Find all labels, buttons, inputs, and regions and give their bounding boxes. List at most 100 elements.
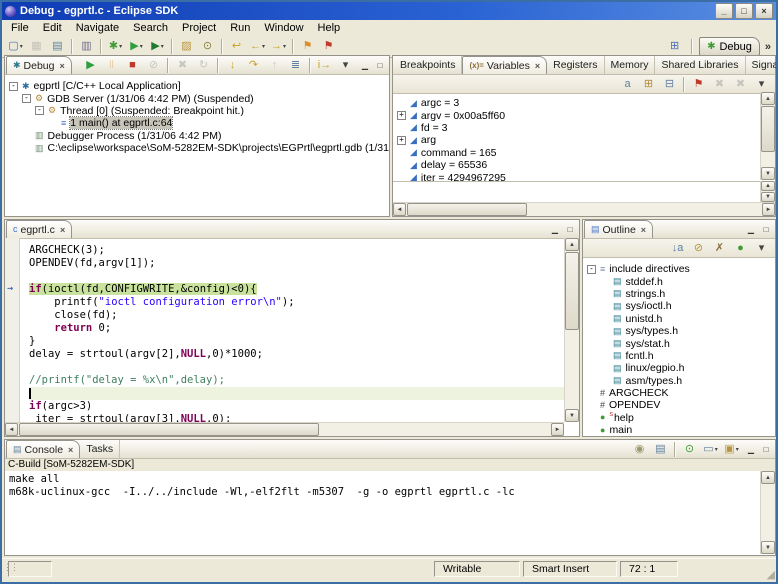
tab-egprtl-c[interactable]: cegprtl.c× bbox=[6, 220, 72, 238]
maximize-view-icon[interactable]: □ bbox=[760, 224, 772, 235]
tab-signals[interactable]: Signals bbox=[746, 56, 778, 74]
run-icon[interactable]: ▶▾ bbox=[126, 37, 147, 56]
menu-run[interactable]: Run bbox=[223, 21, 257, 35]
dropdown-caret-icon[interactable]: ▾ bbox=[140, 43, 143, 50]
open-console-icon[interactable]: ▣▾ bbox=[721, 440, 742, 459]
collapse-all-icon[interactable]: ⊟ bbox=[659, 75, 680, 94]
view-menu-icon[interactable]: ▾ bbox=[751, 239, 772, 258]
tab-outline[interactable]: ▤Outline× bbox=[584, 220, 653, 238]
menu-project[interactable]: Project bbox=[175, 21, 223, 35]
minimize-view-icon[interactable]: ▁ bbox=[745, 444, 757, 455]
outline-tree[interactable]: -≡include directives▤stddef.h▤strings.h▤… bbox=[583, 258, 775, 443]
menu-window[interactable]: Window bbox=[257, 21, 310, 35]
open-perspective-icon[interactable]: ⊞ bbox=[664, 37, 685, 56]
dropdown-caret-icon[interactable]: ▾ bbox=[736, 446, 739, 453]
tree-item[interactable]: -✱egprtl [C/C++ Local Application] bbox=[5, 80, 389, 92]
scroll-right-icon[interactable]: ► bbox=[551, 423, 564, 436]
tree-item[interactable]: ▥C:\eclipse\workspace\SoM-5282EM-SDK\pro… bbox=[5, 142, 389, 154]
minimize-button[interactable]: _ bbox=[715, 3, 733, 19]
minimize-view-icon[interactable]: ▁ bbox=[359, 60, 371, 71]
tab-memory[interactable]: Memory bbox=[605, 56, 656, 74]
instruction-stepping-icon[interactable]: ≣ bbox=[285, 56, 306, 75]
minimize-view-icon[interactable]: ▁ bbox=[745, 224, 757, 235]
binary-file-icon[interactable]: ▥ bbox=[76, 37, 97, 56]
back-icon[interactable]: ←▾ bbox=[247, 37, 268, 56]
show-logical-structure-icon[interactable]: ⊞ bbox=[638, 75, 659, 94]
pin-console-icon[interactable]: ⊙ bbox=[679, 440, 700, 459]
dropdown-caret-icon[interactable]: ▾ bbox=[161, 43, 164, 50]
forward-icon[interactable]: →▾ bbox=[268, 37, 289, 56]
title-bar[interactable]: Debug - egprtl.c - Eclipse SDK _□× bbox=[2, 2, 776, 20]
tree-item[interactable]: ▤strings.h bbox=[583, 288, 775, 300]
tree-item[interactable]: +◢argv = 0x00a5ff60 bbox=[393, 109, 760, 121]
scrollbar-thumb[interactable] bbox=[19, 423, 319, 436]
tree-item[interactable]: +◢arg bbox=[393, 134, 760, 146]
hide-fields-icon[interactable]: ⊘ bbox=[688, 239, 709, 258]
tree-item[interactable]: ◢argc = 3 bbox=[393, 97, 760, 109]
variables-vertical-scrollbar[interactable]: ▲ ▼ bbox=[760, 92, 775, 180]
scroll-up-icon[interactable]: ▲ bbox=[761, 181, 775, 191]
scroll-up-icon[interactable]: ▲ bbox=[565, 238, 579, 251]
tree-item[interactable]: ▤sys/ioctl.h bbox=[583, 300, 775, 312]
clear-console-icon[interactable]: ▤ bbox=[650, 440, 671, 459]
next-annotation-icon[interactable]: ⚑ bbox=[297, 37, 318, 56]
collapse-icon[interactable]: - bbox=[587, 265, 596, 274]
debug-tree[interactable]: -✱egprtl [C/C++ Local Application]-⚙GDB … bbox=[5, 75, 389, 218]
open-type-icon[interactable]: ▨ bbox=[176, 37, 197, 56]
scroll-right-icon[interactable]: ► bbox=[762, 203, 775, 216]
close-tab-icon[interactable]: × bbox=[60, 61, 65, 71]
view-menu-icon[interactable]: ▾ bbox=[335, 56, 356, 75]
scroll-left-icon[interactable]: ◄ bbox=[393, 203, 406, 216]
maximize-view-icon[interactable]: □ bbox=[564, 224, 576, 235]
scroll-down-icon[interactable]: ▼ bbox=[761, 541, 775, 554]
expand-icon[interactable]: + bbox=[397, 111, 406, 120]
collapse-icon[interactable]: - bbox=[22, 94, 31, 103]
scroll-up-icon[interactable]: ▲ bbox=[761, 471, 775, 484]
tree-item[interactable]: ●shelp bbox=[583, 412, 775, 424]
tree-item[interactable]: ●main bbox=[583, 424, 775, 436]
resize-grip-icon[interactable]: ◢ bbox=[767, 568, 775, 581]
external-tools-icon[interactable]: ▶▾ bbox=[147, 37, 168, 56]
scroll-up-icon[interactable]: ▲ bbox=[761, 92, 775, 105]
maximize-view-icon[interactable]: □ bbox=[374, 60, 386, 71]
step-filters-icon[interactable]: i→ bbox=[314, 56, 335, 75]
tree-item[interactable]: ≡1 main() at egprtl.c:64 bbox=[5, 117, 389, 129]
console-vertical-scrollbar[interactable]: ▲ ▼ bbox=[760, 471, 775, 554]
console-output[interactable]: make allm68k-uclinux-gcc -I../../include… bbox=[5, 471, 760, 554]
debug-icon[interactable]: ✱▾ bbox=[105, 37, 126, 56]
tree-item[interactable]: ▤linux/egpio.h bbox=[583, 362, 775, 374]
tree-item[interactable]: -⚙GDB Server (1/31/06 4:42 PM) (Suspende… bbox=[5, 92, 389, 104]
add-watch-icon[interactable]: ⚑ bbox=[688, 75, 709, 94]
menu-edit[interactable]: Edit bbox=[36, 21, 69, 35]
variables-horizontal-scrollbar[interactable]: ◄ ► bbox=[393, 202, 775, 216]
tree-item[interactable]: ▤sys/types.h bbox=[583, 325, 775, 337]
close-tab-icon[interactable]: × bbox=[68, 445, 73, 455]
close-button[interactable]: × bbox=[755, 3, 773, 19]
collapse-icon[interactable]: - bbox=[35, 106, 44, 115]
new-wizard-icon[interactable]: ▢▾ bbox=[5, 37, 26, 56]
dropdown-caret-icon[interactable]: ▾ bbox=[20, 43, 23, 50]
scroll-down-icon[interactable]: ▼ bbox=[761, 192, 775, 202]
details-vertical-scrollbar[interactable]: ▲ ▼ bbox=[760, 181, 775, 202]
close-tab-icon[interactable]: × bbox=[535, 61, 540, 71]
dropdown-caret-icon[interactable]: ▾ bbox=[283, 43, 286, 50]
tree-item[interactable]: -≡include directives bbox=[583, 263, 775, 275]
lock-icon[interactable]: ◉ bbox=[629, 440, 650, 459]
step-over-icon[interactable]: ↷ bbox=[243, 56, 264, 75]
resume-icon[interactable]: ▶ bbox=[80, 56, 101, 75]
tree-item[interactable]: ◢command = 165 bbox=[393, 147, 760, 159]
scroll-left-icon[interactable]: ◄ bbox=[5, 423, 18, 436]
close-tab-icon[interactable]: × bbox=[641, 225, 646, 235]
previous-annotation-icon[interactable]: ⚑ bbox=[318, 37, 339, 56]
display-console-icon[interactable]: ▭▾ bbox=[700, 440, 721, 459]
tree-item[interactable]: -⚙Thread [0] (Suspended: Breakpoint hit.… bbox=[5, 105, 389, 117]
tab-registers[interactable]: Registers bbox=[547, 56, 604, 74]
maximize-view-icon[interactable]: □ bbox=[760, 444, 772, 455]
tree-item[interactable]: ◢delay = 65536 bbox=[393, 159, 760, 171]
tab-tasks[interactable]: Tasks bbox=[80, 440, 120, 458]
tab-console[interactable]: ▤Console× bbox=[6, 440, 80, 458]
dropdown-caret-icon[interactable]: ▾ bbox=[262, 43, 265, 50]
tab-shared-libraries[interactable]: Shared Libraries bbox=[655, 56, 745, 74]
tree-item[interactable]: #OPENDEV bbox=[583, 399, 775, 411]
tab-variables[interactable]: (x)=Variables× bbox=[462, 56, 547, 74]
